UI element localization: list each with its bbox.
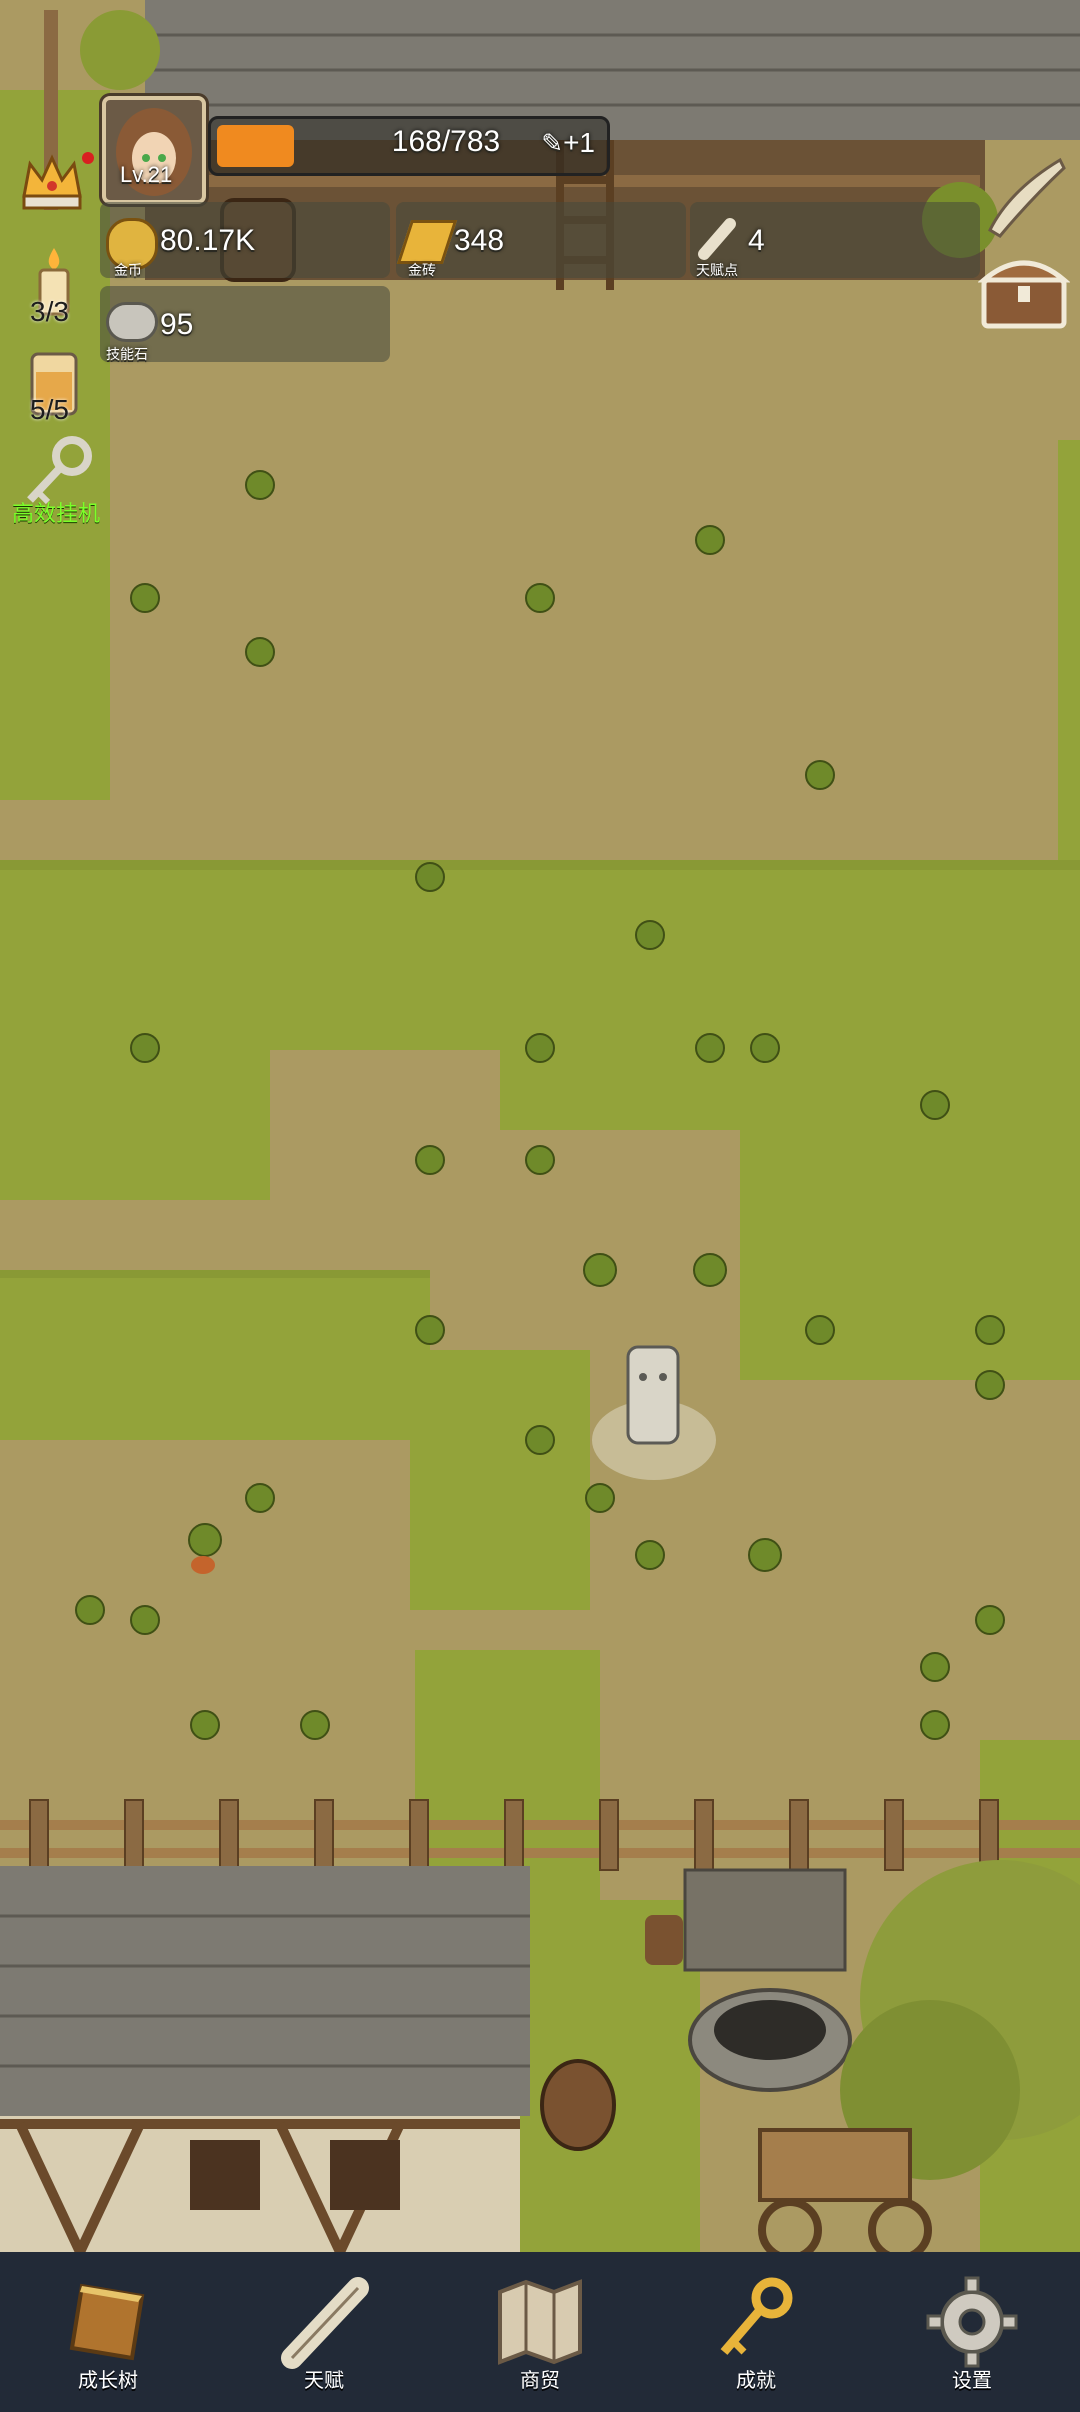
bottom-nav: 成长树 天赋 商贸 成就 设置 — [0, 2252, 1080, 2412]
nav-trade-label: 商贸 — [520, 2370, 560, 2392]
crown-icon[interactable] — [20, 152, 84, 212]
map-icon — [498, 2279, 582, 2365]
talent-point-panel[interactable]: 4 天赋点 — [690, 202, 980, 278]
exp-bonus-value: +1 — [563, 127, 595, 158]
skill-stone-icon — [106, 302, 158, 342]
scroll-icon — [281, 2277, 369, 2369]
scroll-icon — [696, 216, 740, 262]
gold-value: 80.17K — [160, 224, 256, 257]
talent-point-value: 4 — [748, 224, 765, 257]
player-level: Lv.21 — [120, 162, 173, 187]
afk-label[interactable]: 高效挂机 — [12, 496, 100, 528]
drink-count: 5/5 — [30, 394, 69, 425]
skill-stone-panel[interactable]: 95 技能石 — [100, 286, 390, 362]
nav-achievement[interactable]: 成就 — [666, 2252, 846, 2412]
gear-icon — [926, 2276, 1018, 2368]
exp-text: 168/783 — [391, 125, 501, 158]
gold-brick-panel[interactable]: 348 金砖 — [396, 202, 686, 278]
nav-talent-label: 天赋 — [304, 2370, 344, 2392]
horn-icon[interactable] — [980, 150, 1070, 240]
skill-stone-label: 技能石 — [106, 346, 148, 362]
gold-panel[interactable]: 80.17K 金币 — [100, 202, 390, 278]
exp-bonus[interactable]: ✎+1 — [541, 127, 595, 159]
gold-brick-label: 金砖 — [408, 262, 436, 278]
nav-trade[interactable]: 商贸 — [450, 2252, 630, 2412]
gold-label: 金币 — [114, 262, 142, 278]
exp-bar: 168/783 ✎+1 — [208, 116, 610, 176]
feather-icon: ✎ — [541, 128, 564, 158]
exp-bar-fill — [217, 125, 294, 167]
key-icon — [720, 2277, 793, 2355]
skill-stone-value: 95 — [160, 308, 194, 341]
nav-growth-tree-label: 成长树 — [78, 2370, 138, 2392]
gold-brick-value: 348 — [454, 224, 505, 257]
nav-achievement-label: 成就 — [736, 2370, 776, 2392]
notification-dot — [82, 152, 94, 164]
nav-settings[interactable]: 设置 — [882, 2252, 1062, 2412]
treasure-chest-icon[interactable] — [977, 246, 1071, 332]
nav-talent[interactable]: 天赋 — [234, 2252, 414, 2412]
gold-brick-icon — [396, 220, 458, 264]
nav-growth-tree[interactable]: 成长树 — [18, 2252, 198, 2412]
book-icon — [69, 2283, 145, 2361]
candle-count: 3/3 — [30, 296, 69, 327]
talent-point-label: 天赋点 — [696, 262, 738, 278]
nav-settings-label: 设置 — [952, 2370, 992, 2392]
